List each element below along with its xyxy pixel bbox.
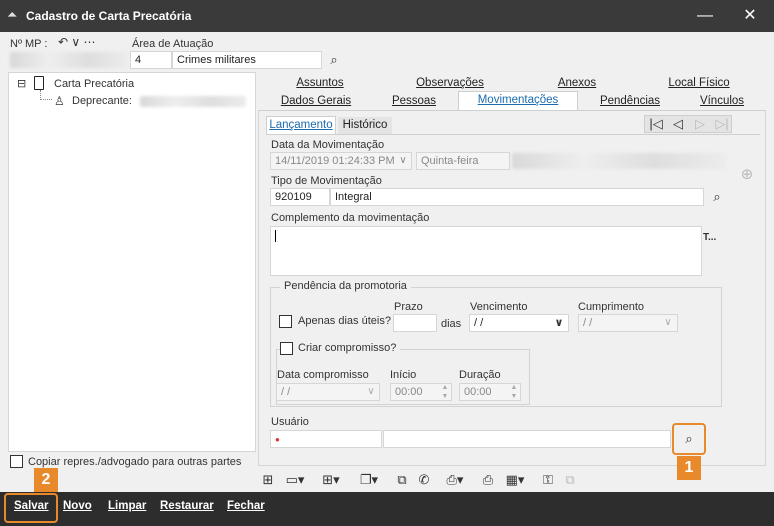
chevron-down-icon[interactable]: ∨ — [660, 314, 676, 332]
dias-label: dias — [441, 318, 462, 330]
annotation-badge-2: 2 — [34, 468, 58, 492]
copy-icon[interactable]: ❐▾ — [356, 471, 382, 489]
area-label: Área de Atuação — [132, 38, 214, 50]
copiar-checkbox[interactable] — [10, 455, 23, 468]
subtab-historico[interactable]: Histórico — [338, 117, 392, 135]
tab-vinculos[interactable]: Vínculos — [682, 93, 762, 111]
first-record-icon[interactable]: |◁ — [646, 115, 666, 133]
tab-dados-gerais[interactable]: Dados Gerais — [260, 93, 372, 111]
close-button[interactable]: ✕ — [735, 4, 765, 28]
criar-compromisso-checkbox[interactable] — [280, 342, 293, 355]
data-compromisso-label: Data compromisso — [277, 369, 369, 381]
phone-icon[interactable]: ✆ — [416, 471, 432, 489]
tree-icon[interactable]: ⊞▾ — [318, 471, 344, 489]
text-format-icon[interactable]: T... — [703, 232, 716, 243]
prazo-input[interactable] — [393, 314, 437, 332]
tree-child-label[interactable]: Deprecante: — [72, 95, 132, 107]
chevron-down-icon[interactable]: ∨ — [551, 314, 567, 332]
copiar-label: Copiar repres./advogado para outras part… — [28, 456, 242, 468]
last-record-icon[interactable]: ▷| — [712, 115, 732, 133]
vencimento-label: Vencimento — [470, 301, 528, 313]
tab-assuntos[interactable]: Assuntos — [268, 75, 372, 93]
tree-expander-icon[interactable]: ⊟ — [17, 77, 26, 90]
title-bar: ⏶ Cadastro de Carta Precatória — ✕ — [0, 0, 774, 32]
area-code-input[interactable]: 4 — [130, 51, 172, 69]
printer-icon[interactable]: ⎙▾ — [442, 471, 468, 489]
usuario-name-input[interactable] — [383, 430, 671, 448]
calendar-window-icon[interactable]: ▭▾ — [282, 471, 308, 489]
chevron-down-icon[interactable]: ∨ — [396, 152, 410, 170]
documents-icon[interactable]: ⧉ — [394, 471, 410, 489]
tab-local-fisico[interactable]: Local Físico — [636, 75, 762, 93]
save-button[interactable]: Salvar — [14, 500, 49, 512]
area-name-input[interactable]: Crimes militares — [172, 51, 322, 69]
bottom-bar: Salvar Novo Limpar Restaurar Fechar — [0, 492, 774, 526]
annotation-badge-1: 1 — [677, 456, 701, 480]
required-indicator: ● — [275, 435, 280, 444]
weekday-input: Quinta-feira — [416, 152, 510, 170]
usuario-code-input[interactable]: ● — [270, 430, 382, 448]
calendar-icon[interactable]: ▦▾ — [502, 471, 528, 489]
apenas-dias-uteis-label: Apenas dias úteis? — [298, 315, 391, 327]
inicio-spinner-icon[interactable]: ▲ ▼ — [440, 383, 450, 401]
clear-button[interactable]: Limpar — [108, 500, 146, 512]
cumprimento-label: Cumprimento — [578, 301, 645, 313]
action-toolbar: ⊞ ▭▾ ⊞▾ ❐▾ ⧉ ✆ ⎙▾ ⎙ ▦▾ ⚿ ⧉ — [258, 470, 588, 490]
mp-label: Nº MP : — [10, 38, 48, 50]
new-button[interactable]: Novo — [63, 500, 92, 512]
duracao-label: Duração — [459, 369, 501, 381]
inicio-label: Início — [390, 369, 417, 381]
lock-icon[interactable]: ⚿ — [540, 471, 556, 489]
pendencia-group-title: Pendência da promotoria — [280, 280, 411, 292]
tree-panel — [8, 72, 256, 452]
tree-root-label[interactable]: Carta Precatória — [54, 78, 134, 90]
tipo-movimentacao-label: Tipo de Movimentação — [271, 175, 382, 187]
apenas-dias-uteis-checkbox[interactable] — [279, 315, 292, 328]
search-icon[interactable]: ⌕ — [326, 51, 342, 69]
tab-pessoas[interactable]: Pessoas — [372, 93, 456, 111]
search-icon[interactable]: ⌕ — [680, 430, 698, 448]
data-movimentacao-input[interactable]: 14/11/2019 01:24:33 PM — [270, 152, 412, 170]
tipo-code-input[interactable]: 920109 — [270, 188, 330, 206]
duracao-spinner-icon[interactable]: ▲ ▼ — [509, 383, 519, 401]
movimentacao-extra-field — [512, 153, 726, 169]
add-icon[interactable]: ⊕ — [738, 166, 756, 184]
print-icon[interactable]: ⎙ — [480, 471, 496, 489]
tab-movimentacoes[interactable]: Movimentações — [458, 91, 578, 111]
prazo-label: Prazo — [394, 301, 423, 313]
minimize-button[interactable]: — — [690, 4, 720, 28]
mp-history-icon[interactable]: ↶ ∨ ⋯ — [58, 35, 96, 49]
usuario-label: Usuário — [271, 416, 309, 428]
data-movimentacao-label: Data da Movimentação — [271, 139, 385, 151]
mp-number-field[interactable] — [10, 52, 128, 68]
document-icon — [34, 76, 44, 90]
criar-compromisso-label: Criar compromisso? — [294, 342, 401, 354]
deprecante-value — [140, 96, 246, 107]
complemento-textarea[interactable] — [270, 226, 702, 276]
tab-pendencias[interactable]: Pendências — [578, 93, 682, 111]
chevron-down-icon[interactable]: ∨ — [364, 383, 378, 401]
tipo-name-input[interactable]: Integral — [330, 188, 704, 206]
previous-record-icon[interactable]: ◁ — [668, 115, 688, 133]
window-title: Cadastro de Carta Precatória — [26, 9, 192, 23]
complemento-label: Complemento da movimentação — [271, 212, 430, 224]
network-icon[interactable]: ⧉ — [562, 471, 578, 489]
subtab-lancamento[interactable]: Lançamento — [266, 116, 336, 134]
search-icon[interactable]: ⌕ — [708, 188, 726, 206]
person-icon: ♙ — [54, 94, 65, 108]
close-form-button[interactable]: Fechar — [227, 500, 265, 512]
next-record-icon[interactable]: ▷ — [690, 115, 710, 133]
restore-button[interactable]: Restaurar — [160, 500, 214, 512]
add-record-icon[interactable]: ⊞ — [260, 471, 276, 489]
app-logo-icon: ⏶ — [7, 7, 18, 22]
